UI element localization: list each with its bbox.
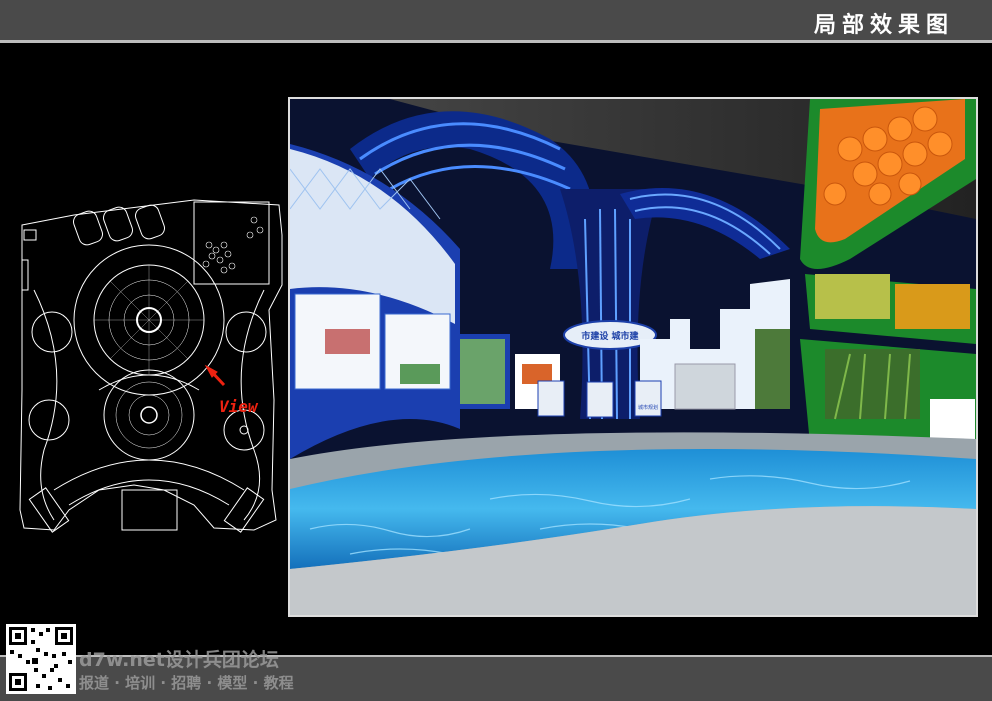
watermark-site: d7w.net设计兵团论坛 — [79, 649, 279, 671]
watermark-tagline: 报道 · 培训 · 招聘 · 模型 · 教程 — [79, 674, 294, 692]
page-title: 局部效果图 — [813, 13, 954, 38]
floor-plan-drawing: View — [14, 190, 284, 540]
column-banner: 市建设 城市建 — [581, 330, 639, 342]
render-image: 市建设 城市建 城市规划 — [288, 97, 978, 617]
kiosk-label: 城市规划 — [638, 404, 658, 411]
qr-code — [6, 624, 76, 694]
header-divider — [0, 40, 992, 43]
view-label: View — [219, 397, 259, 416]
header-bar: 局部效果图 — [0, 0, 992, 40]
